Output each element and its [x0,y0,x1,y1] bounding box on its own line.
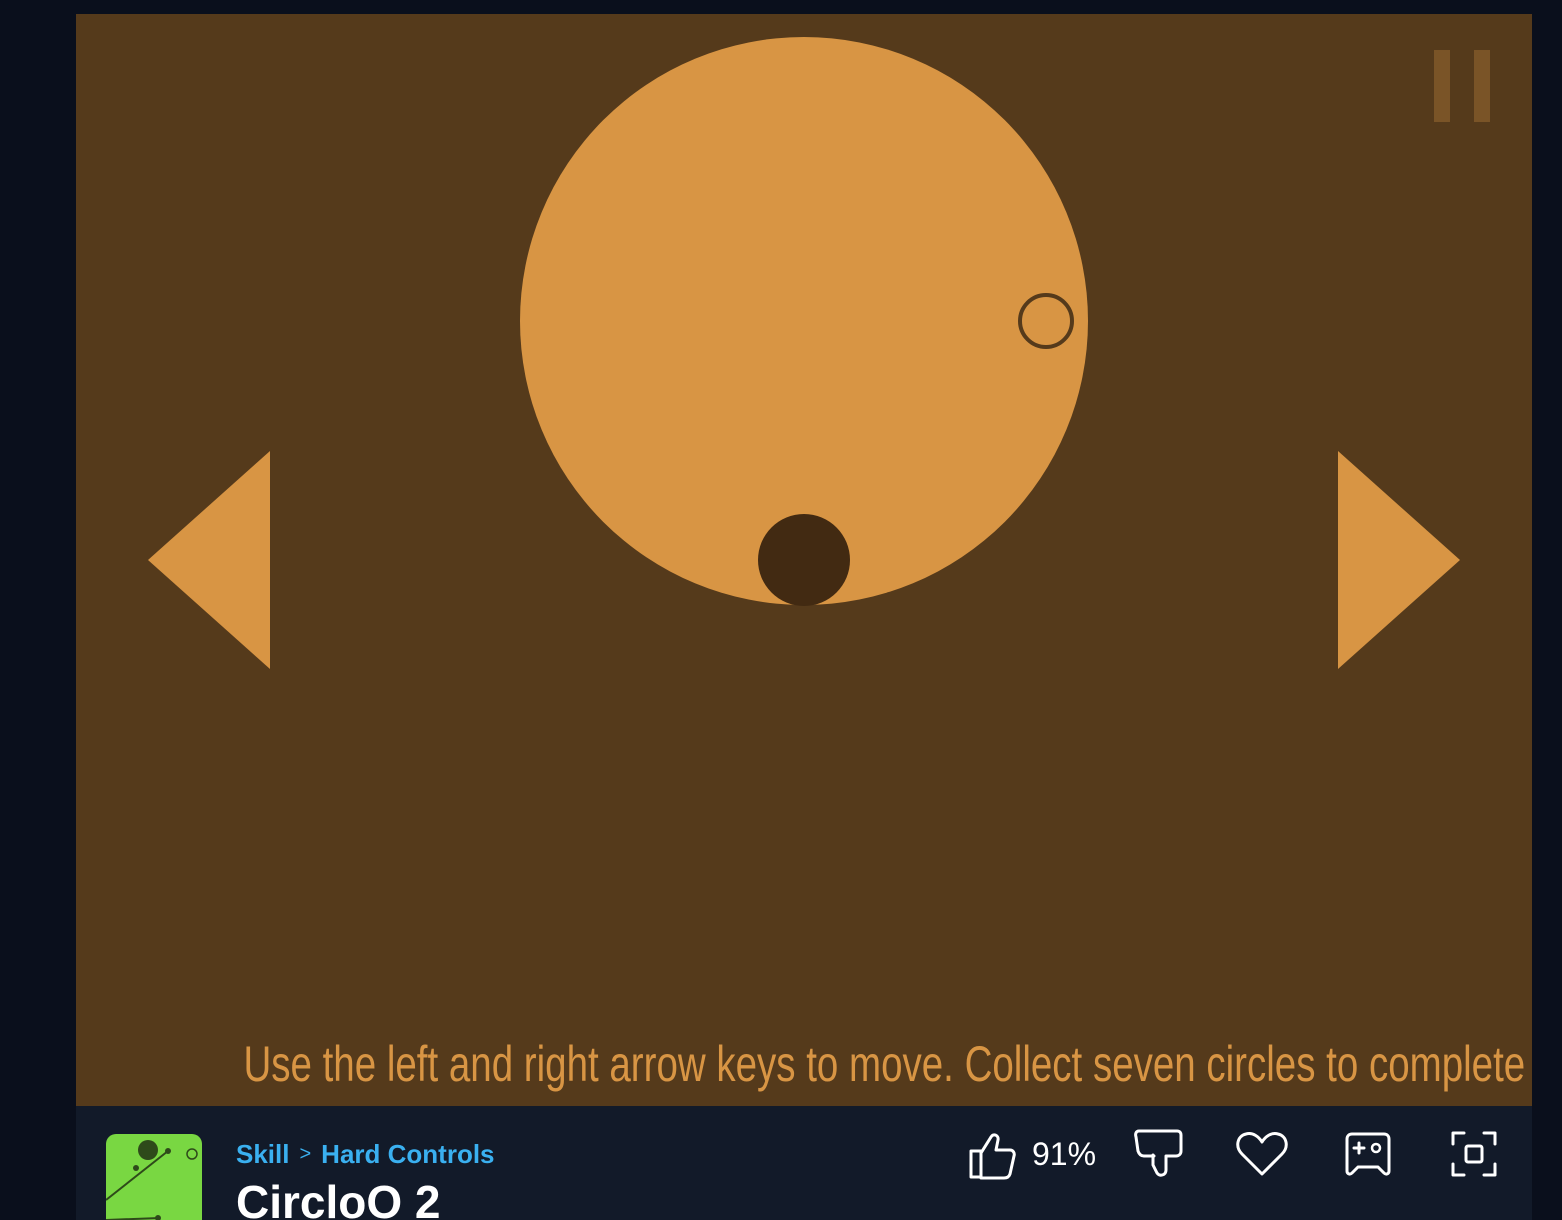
left-arrow-icon[interactable] [148,451,270,669]
pause-icon[interactable] [1434,50,1490,122]
like-button[interactable] [962,1124,1022,1184]
heart-icon [1236,1132,1288,1176]
pause-bar-left [1434,50,1450,122]
thumbs-up-icon [969,1133,1016,1180]
game-canvas[interactable]: Use the left and right arrow keys to mov… [76,14,1532,1106]
fullscreen-button[interactable] [1444,1124,1504,1184]
add-to-playlist-button[interactable] [1338,1124,1398,1184]
action-bar: 91% [76,1124,1532,1184]
dislike-button[interactable] [1128,1124,1188,1184]
game-scene[interactable] [76,14,1532,1106]
page: Use the left and right arrow keys to mov… [0,0,1562,1220]
game-info-bar: Skill > Hard Controls CircloO 2 91% [76,1106,1532,1220]
right-arrow-icon[interactable] [1338,451,1460,669]
instructions-text: Use the left and right arrow keys to mov… [243,1036,1532,1092]
fullscreen-icon [1451,1131,1497,1177]
player-ball [758,514,850,606]
gamepad-add-icon [1345,1132,1391,1176]
pause-bar-right [1474,50,1490,122]
rating-percent: 91% [1032,1136,1097,1172]
thumbs-down-icon [1134,1129,1183,1177]
favorite-button[interactable] [1232,1124,1292,1184]
